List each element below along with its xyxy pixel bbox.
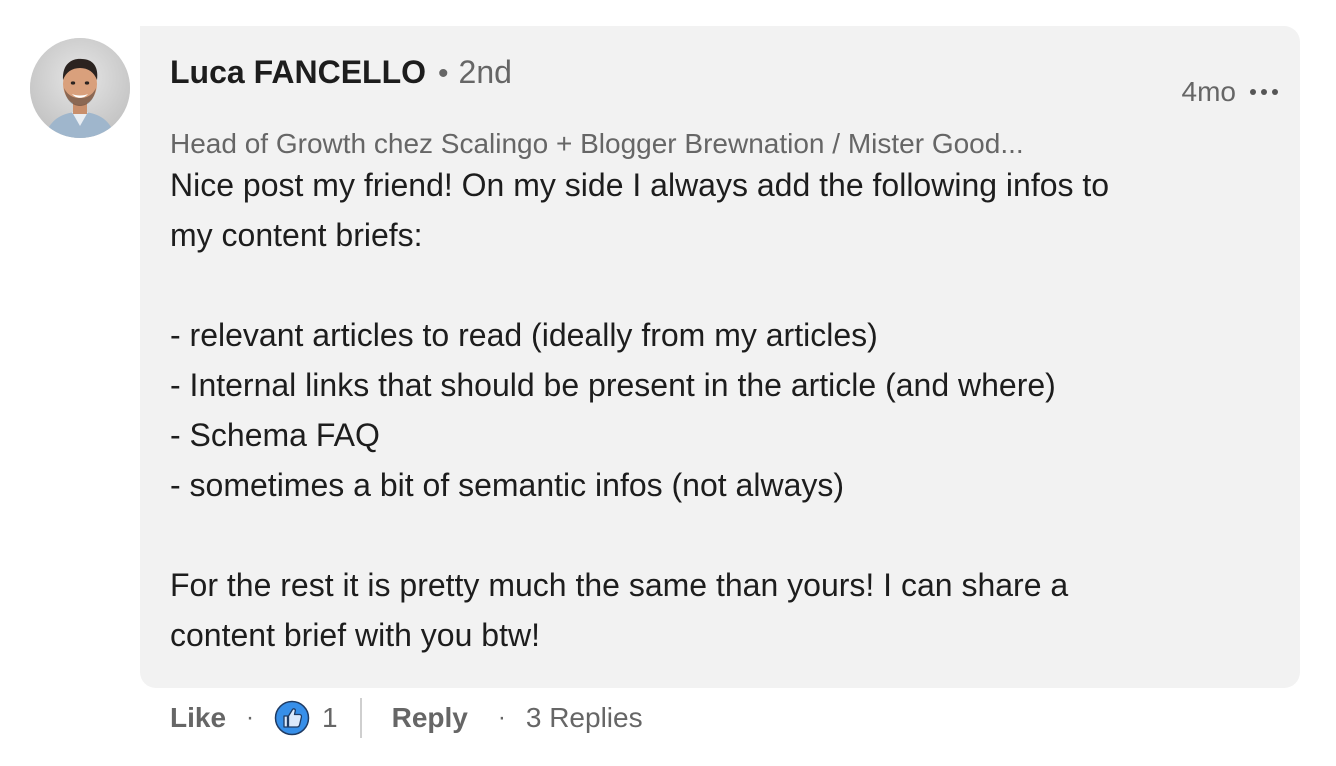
reply-button[interactable]: Reply	[392, 702, 468, 734]
avatar-photo	[30, 38, 130, 138]
comment-actions: Like · 1 Reply · 3 Replies	[170, 696, 643, 740]
degree-separator: •	[438, 57, 449, 90]
action-separator: ·	[246, 704, 255, 731]
action-separator: ·	[497, 704, 506, 731]
connection-degree: 2nd	[458, 54, 512, 90]
view-replies-link[interactable]: 3 Replies	[526, 702, 643, 734]
reactions-summary[interactable]: 1	[274, 700, 338, 736]
like-button[interactable]: Like	[170, 702, 226, 734]
comment-timestamp: 4mo	[1181, 76, 1236, 107]
comment-paragraph: Nice post my friend! On my side I always…	[170, 167, 1110, 253]
author-name-link[interactable]: Luca FANCELLO	[170, 54, 426, 91]
comment-bubble: Luca FANCELLO • 2nd Head of Growth chez …	[140, 26, 1300, 688]
thumbs-up-icon	[274, 700, 310, 736]
comment-text: Nice post my friend! On my side I always…	[170, 160, 1260, 660]
more-dot	[1261, 89, 1267, 95]
author-avatar[interactable]	[30, 38, 130, 138]
action-divider	[359, 698, 362, 738]
comment-header: Luca FANCELLO • 2nd	[170, 54, 512, 91]
more-dot	[1272, 89, 1278, 95]
comment-meta: 4mo	[1182, 76, 1278, 108]
more-options-icon[interactable]	[1250, 85, 1278, 99]
author-headline: Head of Growth chez Scalingo + Blogger B…	[170, 128, 1024, 159]
more-dot	[1250, 89, 1256, 95]
comment-paragraph: For the rest it is pretty much the same …	[170, 567, 1069, 653]
reaction-count: 1	[322, 702, 338, 733]
comment-paragraph: - relevant articles to read (ideally fro…	[170, 317, 1056, 503]
